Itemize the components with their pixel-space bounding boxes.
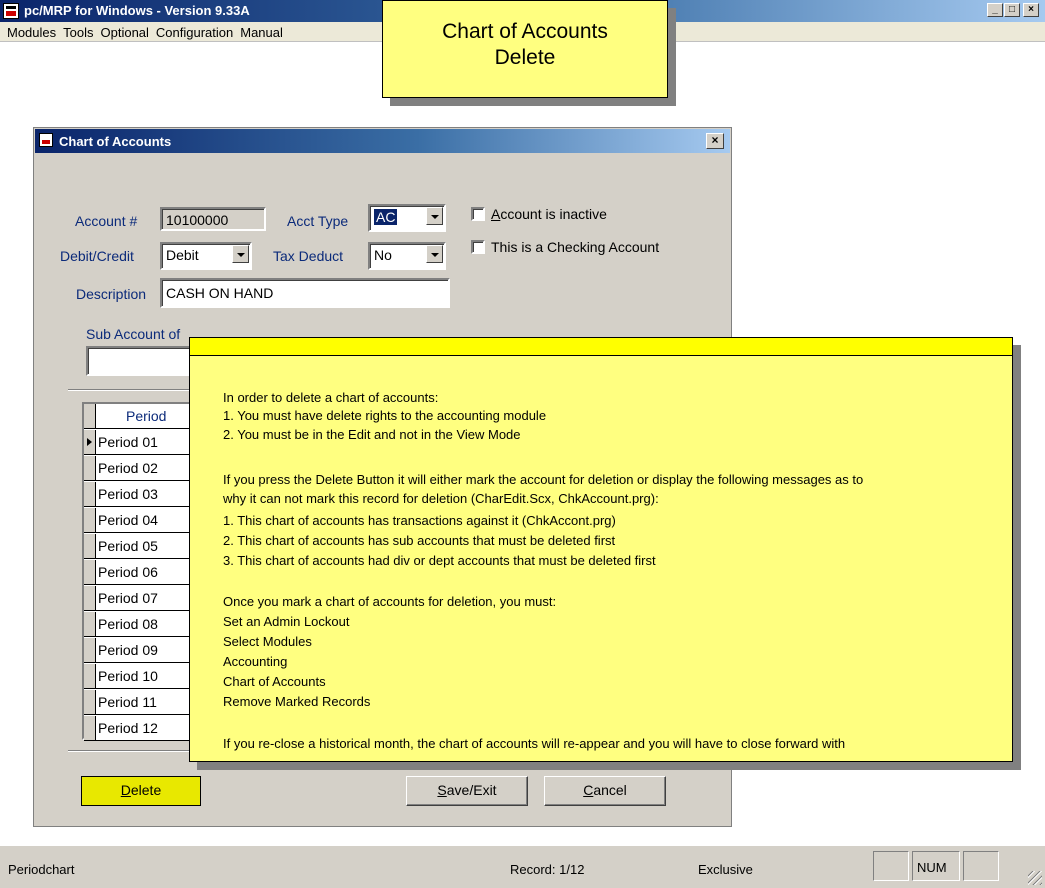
period-cell[interactable]: Period 06 xyxy=(98,564,158,580)
period-column-header[interactable]: Period xyxy=(126,408,166,424)
checking-account-checkbox[interactable] xyxy=(471,240,485,254)
period-cell[interactable]: Period 02 xyxy=(98,460,158,476)
period-cell[interactable]: Period 05 xyxy=(98,538,158,554)
resize-grip-icon[interactable] xyxy=(1028,871,1042,885)
chevron-down-icon[interactable] xyxy=(426,207,443,225)
help-line: Chart of Accounts xyxy=(223,674,326,689)
help-line: 2. You must be in the Edit and not in th… xyxy=(223,427,521,442)
period-cell[interactable]: Period 09 xyxy=(98,642,158,658)
row-indicator xyxy=(84,690,96,714)
row-indicator xyxy=(84,612,96,636)
callout-line-1: Chart of Accounts xyxy=(442,20,608,43)
period-cell[interactable]: Period 03 xyxy=(98,486,158,502)
row-indicator xyxy=(84,482,96,506)
row-indicator xyxy=(84,534,96,558)
description-field[interactable]: CASH ON HAND xyxy=(160,278,450,308)
help-line: Set an Admin Lockout xyxy=(223,614,350,629)
period-cell[interactable]: Period 10 xyxy=(98,668,158,684)
help-line: 2. This chart of accounts has sub accoun… xyxy=(223,533,616,548)
debit-credit-label: Debit/Credit xyxy=(60,248,134,264)
description-label: Description xyxy=(76,286,147,302)
delete-button[interactable]: Delete xyxy=(81,776,201,806)
row-indicator xyxy=(84,456,96,480)
status-mode: Exclusive xyxy=(698,862,753,877)
maximize-button[interactable]: □ xyxy=(1004,3,1020,17)
sub-account-label: Sub Account of xyxy=(86,326,181,342)
acct-type-value: AC xyxy=(374,209,398,225)
close-window-button[interactable]: × xyxy=(1023,3,1039,17)
row-indicator xyxy=(84,716,96,740)
period-cell[interactable]: Period 04 xyxy=(98,512,158,528)
debit-credit-value: Debit xyxy=(166,247,199,263)
help-line: In order to delete a chart of accounts: xyxy=(223,390,439,405)
inactive-label: Account is inactive xyxy=(491,206,607,222)
help-line: 1. You must have delete rights to the ac… xyxy=(223,408,547,423)
row-indicator xyxy=(84,638,96,662)
account-number-field[interactable]: 10100000 xyxy=(160,207,266,231)
window-title: pc/MRP for Windows - Version 9.33A xyxy=(24,3,250,18)
debit-credit-select[interactable]: Debit xyxy=(160,242,252,270)
app-icon xyxy=(3,3,19,19)
period-cell[interactable]: Period 01 xyxy=(98,434,158,450)
menu-optional[interactable]: Optional xyxy=(98,22,153,41)
current-row-arrow-icon xyxy=(87,438,92,446)
period-cell[interactable]: Period 07 xyxy=(98,590,158,606)
status-form-name: Periodchart xyxy=(8,862,75,877)
inactive-checkbox[interactable] xyxy=(471,207,485,221)
status-panel-scroll xyxy=(963,851,999,881)
grid-indicator-column xyxy=(84,404,96,428)
acct-type-select[interactable]: AC xyxy=(368,204,446,232)
acct-type-label: Acct Type xyxy=(287,213,349,229)
help-line: Remove Marked Records xyxy=(223,694,371,709)
account-number-label: Account # xyxy=(75,213,138,229)
help-line: If you re-close a historical month, the … xyxy=(223,736,846,751)
help-line: Accounting xyxy=(223,654,288,669)
help-note: In order to delete a chart of accounts: … xyxy=(189,337,1013,762)
menu-modules[interactable]: Modules xyxy=(4,22,60,41)
title-callout: Chart of Accounts Delete xyxy=(382,0,668,98)
callout-line-2: Delete xyxy=(494,46,556,69)
row-indicator xyxy=(84,508,96,532)
dialog-close-button[interactable]: × xyxy=(706,133,724,149)
row-indicator xyxy=(84,430,96,454)
row-indicator xyxy=(84,586,96,610)
help-note-header xyxy=(190,338,1012,356)
chevron-down-icon[interactable] xyxy=(232,245,249,263)
menu-tools[interactable]: Tools xyxy=(60,22,97,41)
status-record: Record: 1/12 xyxy=(510,862,585,877)
menu-configuration[interactable]: Configuration xyxy=(153,22,237,41)
row-indicator xyxy=(84,664,96,688)
cancel-button[interactable]: Cancel xyxy=(544,776,666,806)
dialog-title: Chart of Accounts xyxy=(59,134,172,149)
checking-account-label: This is a Checking Account xyxy=(491,239,660,255)
tax-deduct-select[interactable]: No xyxy=(368,242,446,270)
tax-deduct-label: Tax Deduct xyxy=(273,248,344,264)
sub-account-field[interactable] xyxy=(86,346,206,376)
period-cell[interactable]: Period 11 xyxy=(98,694,157,710)
row-indicator xyxy=(84,560,96,584)
status-num: NUM xyxy=(912,851,960,881)
save-exit-button[interactable]: Save/Exit xyxy=(406,776,528,806)
help-line: If you press the Delete Button it will e… xyxy=(223,472,864,487)
status-bar: Periodchart Record: 1/12 Exclusive NUM xyxy=(0,845,1045,888)
help-line: 3. This chart of accounts had div or dep… xyxy=(223,553,656,568)
help-line: Once you mark a chart of accounts for de… xyxy=(223,594,557,609)
period-cell[interactable]: Period 08 xyxy=(98,616,158,632)
dialog-icon xyxy=(39,133,53,147)
dialog-title-bar: Chart of Accounts × xyxy=(35,129,730,153)
status-panel-caps xyxy=(873,851,909,881)
minimize-button[interactable]: _ xyxy=(987,3,1003,17)
chevron-down-icon[interactable] xyxy=(426,245,443,263)
tax-deduct-value: No xyxy=(374,247,392,263)
menu-manual[interactable]: Manual xyxy=(237,22,287,41)
help-line: 1. This chart of accounts has transactio… xyxy=(223,513,616,528)
period-cell[interactable]: Period 12 xyxy=(98,720,158,736)
help-line: Select Modules xyxy=(223,634,312,649)
help-line: why it can not mark this record for dele… xyxy=(223,491,659,506)
